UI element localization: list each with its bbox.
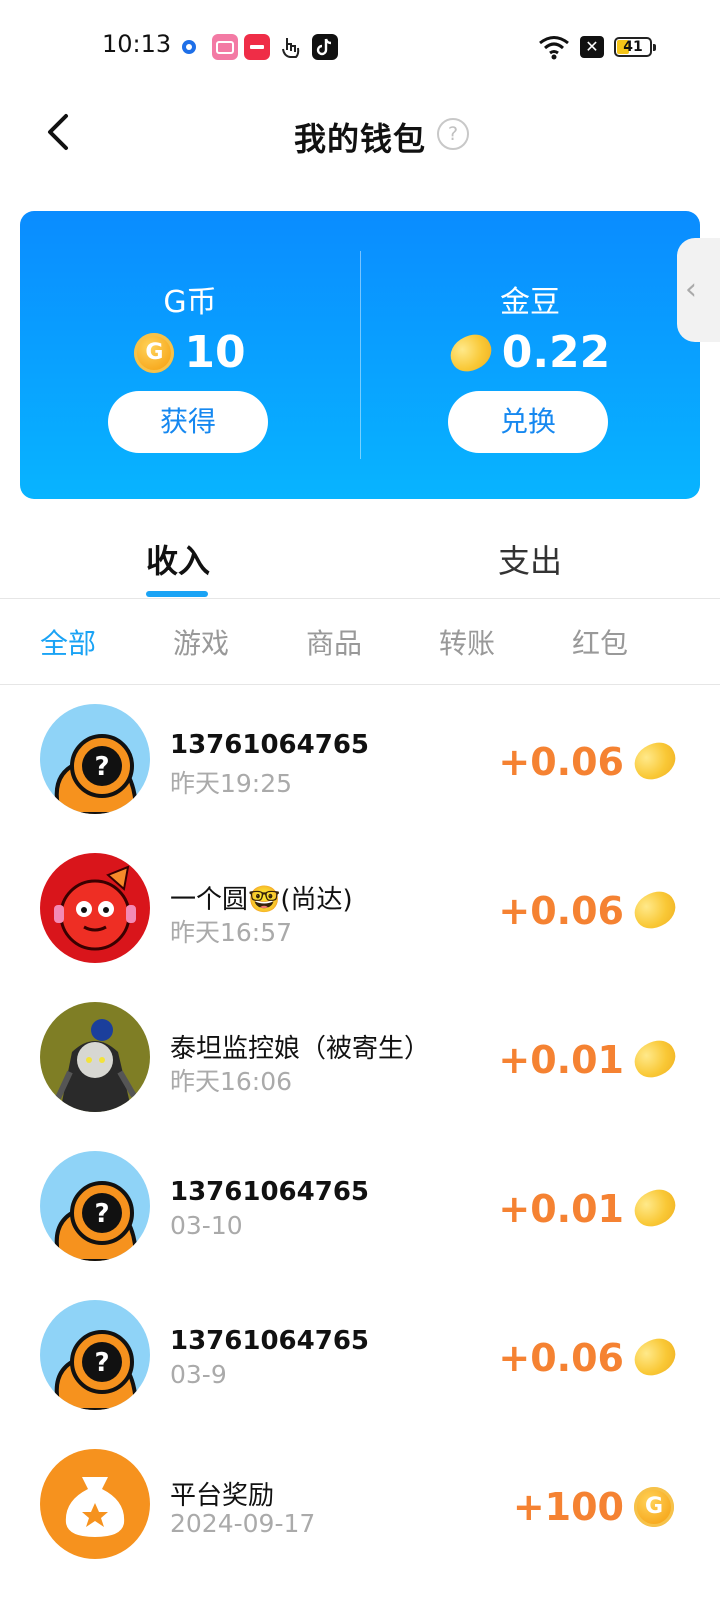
transaction-name: 一个圆🤓(尚达) <box>170 885 353 915</box>
transaction-name: 13761064765 <box>170 1326 369 1356</box>
chevron-left-icon: ‹ <box>685 272 697 307</box>
svg-text:?: ? <box>94 1348 109 1378</box>
gold-bean-section: 金豆 0.22 兑换 <box>360 211 700 499</box>
gold-bean-icon <box>628 1034 682 1084</box>
side-panel-handle[interactable]: ‹ <box>677 238 720 342</box>
page-title: 我的钱包 <box>293 120 426 158</box>
transaction-row[interactable]: ? 13761064765 03-10 +0.01 <box>0 1151 720 1281</box>
divider <box>0 684 720 685</box>
avatar-unknown-user[interactable]: ? <box>40 704 150 814</box>
transaction-date: 昨天16:57 <box>170 918 293 947</box>
avatar-dark-character[interactable] <box>40 1002 150 1112</box>
get-g-coin-button[interactable]: 获得 <box>108 391 268 453</box>
transaction-name: 13761064765 <box>170 730 369 760</box>
xiaohongshu-notification-icon <box>244 34 270 60</box>
gold-bean-icon <box>628 1332 682 1382</box>
avatar-unknown-user[interactable]: ? <box>40 1300 150 1410</box>
transaction-name: 泰坦监控娘（被寄生） <box>170 1034 431 1064</box>
exchange-button[interactable]: 兑换 <box>448 391 608 453</box>
gold-bean-icon <box>444 328 497 377</box>
transaction-amount: +0.06 <box>498 889 624 933</box>
transaction-date: 昨天16:06 <box>170 1067 293 1096</box>
gold-bean-label: 金豆 <box>500 285 560 320</box>
no-sim-icon: ✕ <box>580 36 604 58</box>
transaction-name: 平台奖励 <box>170 1481 275 1511</box>
help-icon[interactable]: ? <box>437 118 469 150</box>
gold-bean-balance: 0.22 <box>360 327 700 378</box>
avatar-red-character[interactable] <box>40 853 150 963</box>
wallet-card: G币 G 10 获得 金豆 0.22 兑换 <box>20 211 700 499</box>
status-bar: 10:13 ✕ 41 <box>0 0 720 96</box>
avatar-platform-reward[interactable] <box>40 1449 150 1559</box>
transaction-date: 昨天19:25 <box>170 769 293 798</box>
g-coin-value: 10 <box>184 327 246 378</box>
tab-expense[interactable]: 支出 <box>498 536 562 582</box>
transaction-row[interactable]: 一个圆🤓(尚达) 昨天16:57 +0.06 <box>0 853 720 983</box>
g-coin-icon: G <box>134 332 175 373</box>
tiktok-notification-icon <box>312 34 338 60</box>
g-coin-section: G币 G 10 获得 <box>20 211 360 499</box>
filter-products[interactable]: 商品 <box>306 622 362 662</box>
bilibili-notification-icon <box>212 34 238 60</box>
svg-text:?: ? <box>94 752 109 782</box>
gold-bean-icon <box>628 736 682 786</box>
status-time: 10:13 <box>102 30 172 58</box>
filter-red-packet[interactable]: 红包 <box>572 622 628 662</box>
filter-all[interactable]: 全部 <box>40 622 96 662</box>
tab-income[interactable]: 收入 <box>146 536 210 582</box>
gold-bean-value: 0.22 <box>501 327 611 378</box>
transaction-amount: +0.06 <box>498 740 624 784</box>
g-coin-balance: G 10 <box>20 327 360 378</box>
transaction-amount: +0.06 <box>498 1336 624 1380</box>
transaction-amount: +0.01 <box>498 1038 624 1082</box>
touch-hand-icon <box>278 34 304 60</box>
transaction-amount: +100 <box>512 1485 624 1529</box>
filter-games[interactable]: 游戏 <box>173 622 229 662</box>
transaction-row[interactable]: 泰坦监控娘（被寄生） 昨天16:06 +0.01 <box>0 1002 720 1132</box>
g-coin-label: G币 <box>163 285 217 320</box>
transaction-row[interactable]: ? 13761064765 03-9 +0.06 <box>0 1300 720 1430</box>
transaction-row[interactable]: 平台奖励 2024-09-17 +100 G <box>0 1449 720 1579</box>
transaction-date: 03-10 <box>170 1211 243 1240</box>
divider <box>0 598 720 599</box>
transaction-name: 13761064765 <box>170 1177 369 1207</box>
battery-icon: 41 <box>614 37 656 57</box>
transaction-date: 2024-09-17 <box>170 1509 316 1538</box>
wifi-icon <box>538 34 570 60</box>
g-coin-icon: G <box>634 1487 674 1527</box>
avatar-unknown-user[interactable]: ? <box>40 1151 150 1261</box>
filter-transfer[interactable]: 转账 <box>439 622 495 662</box>
transaction-amount: +0.01 <box>498 1187 624 1231</box>
gold-bean-icon <box>628 1183 682 1233</box>
transaction-row[interactable]: ? 13761064765 昨天19:25 +0.06 <box>0 704 720 834</box>
active-tab-indicator <box>146 591 208 597</box>
app-notification-icon <box>180 34 206 60</box>
gold-bean-icon <box>628 885 682 935</box>
svg-text:?: ? <box>94 1199 109 1229</box>
transaction-date: 03-9 <box>170 1360 227 1389</box>
